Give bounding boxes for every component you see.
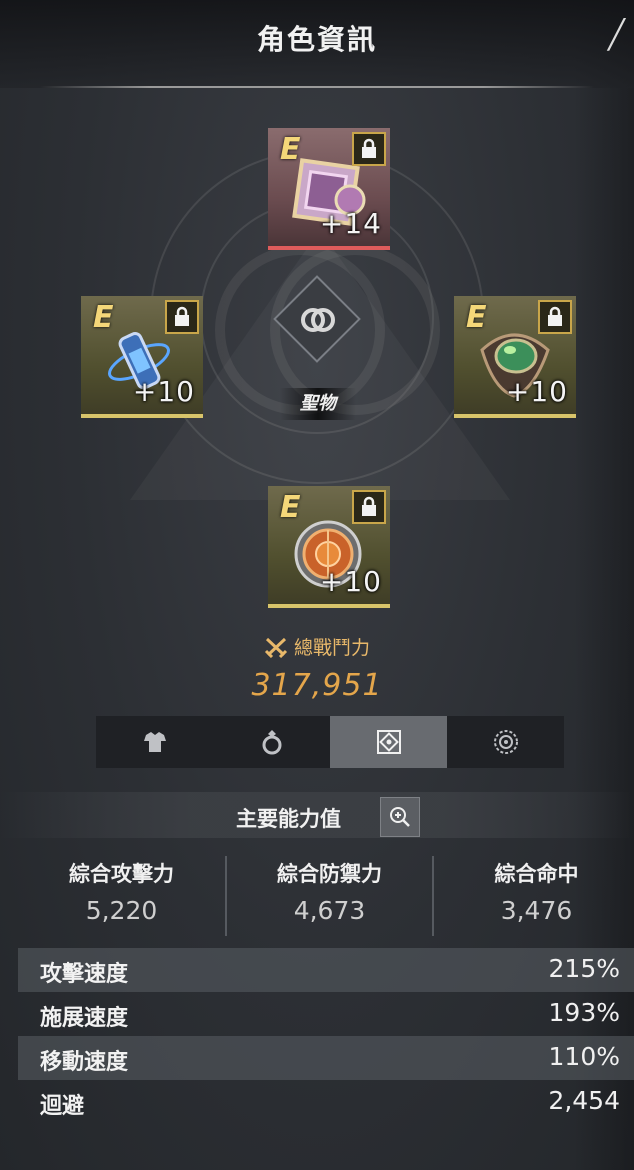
item-grade: E bbox=[280, 132, 301, 167]
equipment-tabs bbox=[96, 716, 564, 768]
item-grade: E bbox=[466, 300, 487, 335]
stat-value: 4,673 bbox=[293, 896, 366, 925]
zoom-in-button[interactable] bbox=[380, 797, 420, 837]
stat-row: 移動速度 110% bbox=[18, 1036, 634, 1080]
crossed-swords-icon bbox=[264, 637, 288, 658]
relic-label: 聖物 bbox=[280, 388, 356, 420]
character-info-panel: 角色資訊 ╱ E +14 E +10 E +10 E +10 聖物 總戰鬥力 3… bbox=[0, 0, 634, 1170]
stat-accuracy: 綜合命中 3,476 bbox=[433, 858, 634, 925]
enhancement-level: +10 bbox=[132, 375, 195, 408]
enhancement-level: +10 bbox=[505, 375, 568, 408]
stat-label: 綜合命中 bbox=[494, 862, 579, 886]
close-icon[interactable]: ╱ bbox=[608, 18, 628, 51]
relic-icon bbox=[376, 730, 401, 754]
stats-title: 主要能力值 bbox=[236, 807, 341, 831]
tab-accessory[interactable] bbox=[213, 716, 330, 768]
stat-row-label: 施展速度 bbox=[40, 1006, 129, 1031]
gear-badge-icon bbox=[493, 730, 518, 754]
stat-label: 綜合攻擊力 bbox=[69, 862, 174, 886]
stat-value: 3,476 bbox=[500, 896, 573, 925]
relic-slot-left[interactable]: E +10 bbox=[81, 296, 203, 418]
zoom-in-icon bbox=[390, 807, 410, 827]
stat-row-label: 移動速度 bbox=[40, 1050, 129, 1075]
relic-slot-right[interactable]: E +10 bbox=[454, 296, 576, 418]
stat-defense: 綜合防禦力 4,673 bbox=[226, 858, 433, 925]
tab-relic[interactable] bbox=[330, 716, 447, 768]
combat-power-value: 317,951 bbox=[251, 668, 383, 703]
enhancement-level: +14 bbox=[319, 207, 382, 240]
stat-row-value: 110% bbox=[548, 1042, 620, 1071]
lock-icon[interactable] bbox=[165, 300, 199, 334]
stat-value: 5,220 bbox=[85, 896, 158, 925]
stat-label: 綜合防禦力 bbox=[277, 862, 382, 886]
relic-slot-top[interactable]: E +14 bbox=[268, 128, 390, 250]
item-grade: E bbox=[280, 490, 301, 525]
stat-row-label: 迴避 bbox=[40, 1094, 85, 1119]
combat-power-label-row: 總戰鬥力 bbox=[0, 633, 634, 660]
lock-icon[interactable] bbox=[352, 132, 386, 166]
armor-icon bbox=[143, 732, 166, 752]
combat-power-label: 總戰鬥力 bbox=[293, 637, 370, 659]
stat-row-label: 攻擊速度 bbox=[40, 962, 129, 987]
item-grade: E bbox=[93, 300, 114, 335]
stat-attack: 綜合攻擊力 5,220 bbox=[18, 858, 225, 925]
lock-icon[interactable] bbox=[538, 300, 572, 334]
stat-row-value: 215% bbox=[548, 954, 620, 983]
header-divider bbox=[40, 86, 594, 88]
relic-slot-bottom[interactable]: E +10 bbox=[268, 486, 390, 608]
stat-row-value: 2,454 bbox=[548, 1086, 620, 1115]
tab-armor[interactable] bbox=[96, 716, 213, 768]
stat-row-value: 193% bbox=[548, 998, 620, 1027]
relic-link-icon bbox=[301, 308, 335, 332]
ring-icon bbox=[262, 730, 281, 755]
enhancement-level: +10 bbox=[319, 565, 382, 598]
tab-emblem[interactable] bbox=[447, 716, 564, 768]
stat-row: 迴避 2,454 bbox=[18, 1080, 634, 1124]
page-title: 角色資訊 bbox=[256, 23, 377, 56]
lock-icon[interactable] bbox=[352, 490, 386, 524]
stat-row: 施展速度 193% bbox=[18, 992, 634, 1036]
stat-row: 攻擊速度 215% bbox=[18, 948, 634, 992]
